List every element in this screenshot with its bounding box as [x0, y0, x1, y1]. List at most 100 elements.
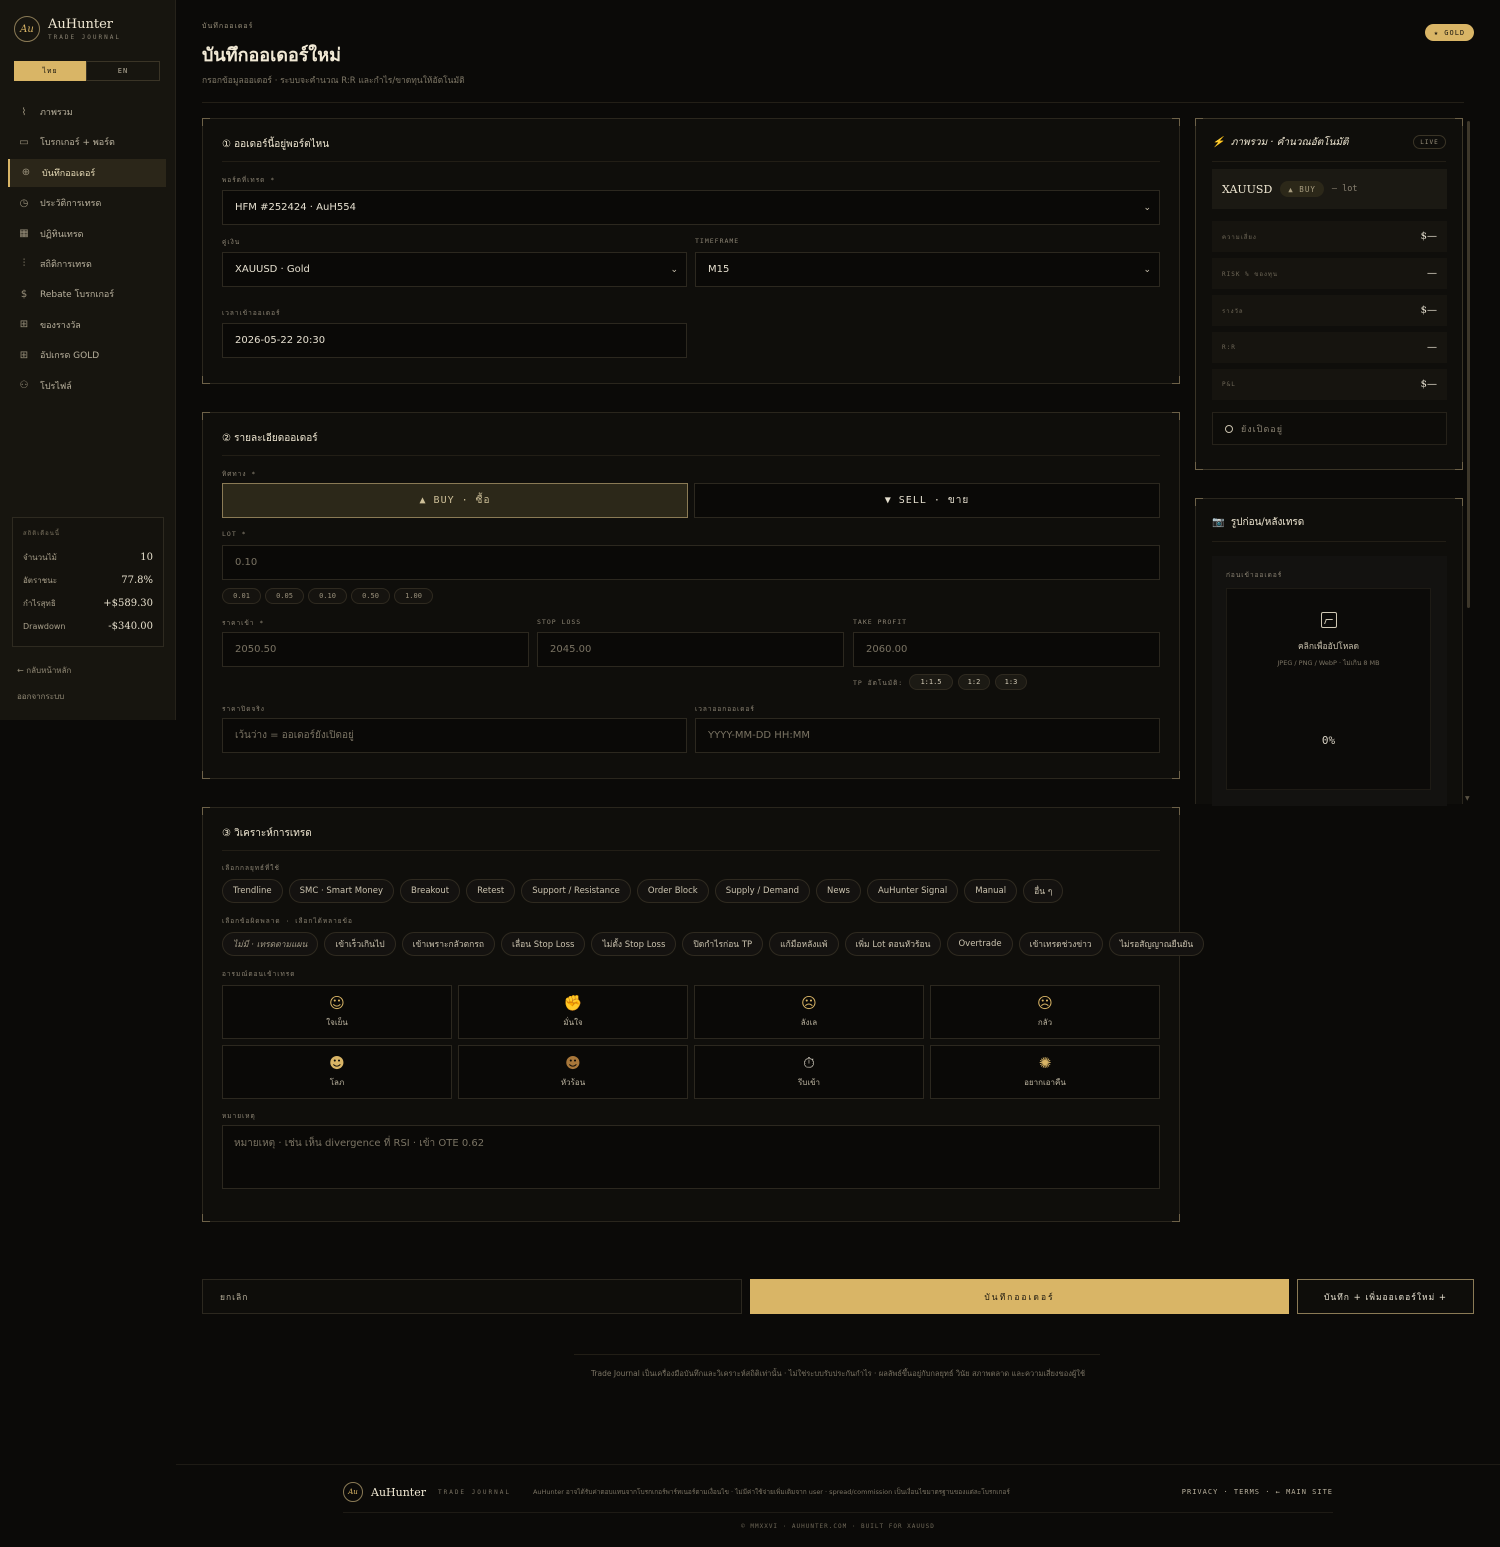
mistake-chip[interactable]: ไม่รอสัญญาณยืนยัน	[1108, 932, 1205, 956]
metric-label: ความเสี่ยง	[1222, 233, 1257, 241]
lot-input[interactable]: 0.10	[222, 545, 1160, 580]
entry-time-input[interactable]: 2026-05-22 20:30	[222, 323, 687, 358]
mistake-chip[interactable]: เข้าเพราะกลัวตกรถ	[401, 932, 496, 956]
lot-preset-button[interactable]: 0.10	[308, 588, 347, 604]
sidebar-item-history[interactable]: ◷ ประวัติการเทรด	[8, 189, 166, 217]
lang-thai-button[interactable]: ไทย	[14, 61, 86, 81]
strategy-chip[interactable]: Trendline	[222, 879, 283, 903]
mistake-chip[interactable]: เลื่อน Stop Loss	[501, 932, 586, 956]
mistake-chip[interactable]: Overtrade	[947, 932, 1013, 956]
strategy-chip[interactable]: Order Block	[636, 879, 709, 903]
lot-preset-button[interactable]: 0.05	[265, 588, 304, 604]
emotion-confident-button[interactable]: ✊ มั่นใจ	[458, 985, 688, 1039]
pair-select[interactable]: XAUUSD · Gold ⌄	[222, 252, 687, 287]
briefcase-icon: ▭	[19, 136, 29, 148]
lot-preset-button[interactable]: 0.50	[351, 588, 390, 604]
strategy-chip[interactable]: อื่น ๆ	[1023, 879, 1064, 903]
close-price-input[interactable]: เว้นว่าง = ออเดอร์ยังเปิดอยู่	[222, 718, 687, 753]
strategy-chip[interactable]: Retest	[466, 879, 516, 903]
stop-loss-input[interactable]: 2045.00	[537, 632, 844, 667]
image-icon	[1320, 612, 1337, 628]
disclaimer: Trade Journal เป็นเครื่องมือบันทึกและวิเ…	[590, 1369, 1086, 1378]
stat-label: กำไรสุทธิ	[23, 599, 56, 608]
tp-ratio-button[interactable]: 1:1.5	[909, 674, 953, 690]
logout-link[interactable]: ออกจากระบบ	[17, 690, 64, 703]
header-divider	[202, 102, 1464, 103]
mistake-chip[interactable]: เพิ่ม Lot ตอนหัวร้อน	[844, 932, 942, 956]
emotion-greed-button[interactable]: ☻ โลภ	[222, 1045, 452, 1099]
save-and-new-button[interactable]: บันทึก + เพิ่มออเดอร์ใหม่ +	[1297, 1279, 1474, 1314]
sidebar-item-brokers[interactable]: ▭ โบรกเกอร์ + พอร์ต	[8, 128, 166, 156]
sidebar-item-statistics[interactable]: ⫶ สถิติการเทรด	[8, 250, 166, 278]
upload-format-text: JPEG / PNG / WebP · ไม่เกิน 8 MB	[1277, 659, 1380, 667]
cancel-button[interactable]: ยกเลิก	[202, 1279, 742, 1314]
timeframe-select-value: M15	[708, 264, 730, 275]
stat-value: 10	[140, 552, 153, 563]
mistake-chip[interactable]: ไม่มี · เทรดตามแผน	[222, 932, 319, 956]
sidebar-item-overview[interactable]: ⌇ ภาพรวม	[8, 98, 166, 126]
scrollbar-thumb[interactable]	[1467, 121, 1470, 608]
page-title: บันทึกออเดอร์ใหม่	[202, 45, 341, 66]
stat-label: อัตราชนะ	[23, 576, 57, 585]
buy-toggle-button[interactable]: ▲ BUY · ซื้อ	[222, 483, 688, 518]
entry-time-label: เวลาเข้าออเดอร์	[222, 309, 281, 317]
emotion-revenge-button[interactable]: ✺ อยากเอาคืน	[930, 1045, 1160, 1099]
mistake-label: เลือกข้อผิดพลาด · เลือกได้หลายข้อ	[222, 917, 353, 925]
sidebar-item-calendar[interactable]: ▦ ปฏิทินเทรด	[8, 220, 166, 248]
metric-value: $—	[1420, 379, 1437, 390]
timeframe-label: TIMEFRAME	[695, 237, 740, 245]
summary-title: ⚡ ภาพรวม · คำนวณอัตโนมัติ	[1212, 135, 1349, 150]
chevron-down-icon: ⌄	[1143, 264, 1151, 275]
emotion-rushed-button[interactable]: ⏱ รีบเข้า	[694, 1045, 924, 1099]
emotion-angry-button[interactable]: ☻ หัวร้อน	[458, 1045, 688, 1099]
clock-icon: ◷	[19, 197, 29, 209]
account-select[interactable]: HFM #252424 · AuH554 ⌄	[222, 190, 1160, 225]
save-order-button[interactable]: บันทึกออเดอร์	[750, 1279, 1289, 1314]
emotion-hesitant-button[interactable]: ☹ ลังเล	[694, 985, 924, 1039]
lang-english-button[interactable]: EN	[86, 61, 160, 81]
timeframe-select[interactable]: M15 ⌄	[695, 252, 1160, 287]
strategy-chip[interactable]: Support / Resistance	[521, 879, 631, 903]
upload-dropzone[interactable]: คลิกเพื่ออัปโหลด JPEG / PNG / WebP · ไม่…	[1226, 588, 1431, 790]
scroll-down-icon[interactable]: ▼	[1465, 795, 1470, 802]
status-ring-icon	[1225, 424, 1233, 433]
strategy-chip[interactable]: AuHunter Signal	[866, 879, 959, 903]
mistake-chip[interactable]: เข้าเร็วเกินไป	[324, 932, 396, 956]
metric-value: $—	[1420, 231, 1437, 242]
emotion-fear-button[interactable]: ☹ กลัว	[930, 985, 1160, 1039]
mistake-chip[interactable]: ปิดกำไรก่อน TP	[682, 932, 764, 956]
strategy-chip[interactable]: Breakout	[399, 879, 461, 903]
lot-preset-button[interactable]: 1.00	[394, 588, 433, 604]
tp-ratio-button[interactable]: 1:2	[958, 674, 990, 690]
metric-rr: R:R —	[1212, 332, 1447, 363]
mistake-chip[interactable]: แก้มือหลังแพ้	[769, 932, 839, 956]
lot-preset-button[interactable]: 0.01	[222, 588, 261, 604]
emotion-calm-button[interactable]: ☺ ใจเย็น	[222, 985, 452, 1039]
tp-ratio-button[interactable]: 1:3	[995, 674, 1027, 690]
strategy-chip[interactable]: Manual	[964, 879, 1018, 903]
note-textarea[interactable]: หมายเหตุ · เช่น เห็น divergence ที่ RSI …	[222, 1125, 1160, 1189]
burst-icon: ✺	[1038, 1053, 1052, 1072]
sidebar-item-upgrade[interactable]: ⊞ อัปเกรด GOLD	[8, 341, 166, 369]
back-home-link[interactable]: ← กลับหน้าหลัก	[17, 664, 71, 677]
footer-brand: Au AuHunter TRADE JOURNAL AuHunter อาจได…	[343, 1482, 1010, 1502]
strategy-chip[interactable]: Supply / Demand	[714, 879, 811, 903]
strategy-chip[interactable]: News	[816, 879, 861, 903]
sidebar-item-record-order[interactable]: ⊕ บันทึกออเดอร์	[8, 158, 166, 187]
mistake-chip[interactable]: ไม่ตั้ง Stop Loss	[591, 932, 677, 956]
summary-direction-tag: ▲ BUY	[1280, 181, 1324, 197]
mistake-chip[interactable]: เข้าเทรดช่วงข่าว	[1018, 932, 1103, 956]
sell-toggle-button[interactable]: ▼ SELL · ขาย	[694, 483, 1160, 518]
take-profit-input[interactable]: 2060.00	[853, 632, 1160, 667]
sidebar-item-rebate[interactable]: $ Rebate โบรกเกอร์	[8, 280, 166, 308]
sidebar-item-profile[interactable]: ⚇ โปรไฟล์	[8, 372, 166, 400]
footer-brand-name: AuHunter	[371, 1485, 426, 1499]
metric-label: RISK % ของทุน	[1222, 270, 1278, 278]
strategy-chip[interactable]: SMC · Smart Money	[288, 879, 394, 903]
sidebar-item-rewards[interactable]: ⊞ ของรางวัล	[8, 311, 166, 339]
close-time-input[interactable]: YYYY-MM-DD HH:MM	[695, 718, 1160, 753]
entry-price-input[interactable]: 2050.50	[222, 632, 529, 667]
footer-links[interactable]: PRIVACY · TERMS · ← MAIN SITE	[1182, 1488, 1333, 1496]
order-status: ยังเปิดอยู่	[1212, 412, 1447, 445]
brand[interactable]: Au AuHunter TRADE JOURNAL	[14, 16, 121, 42]
